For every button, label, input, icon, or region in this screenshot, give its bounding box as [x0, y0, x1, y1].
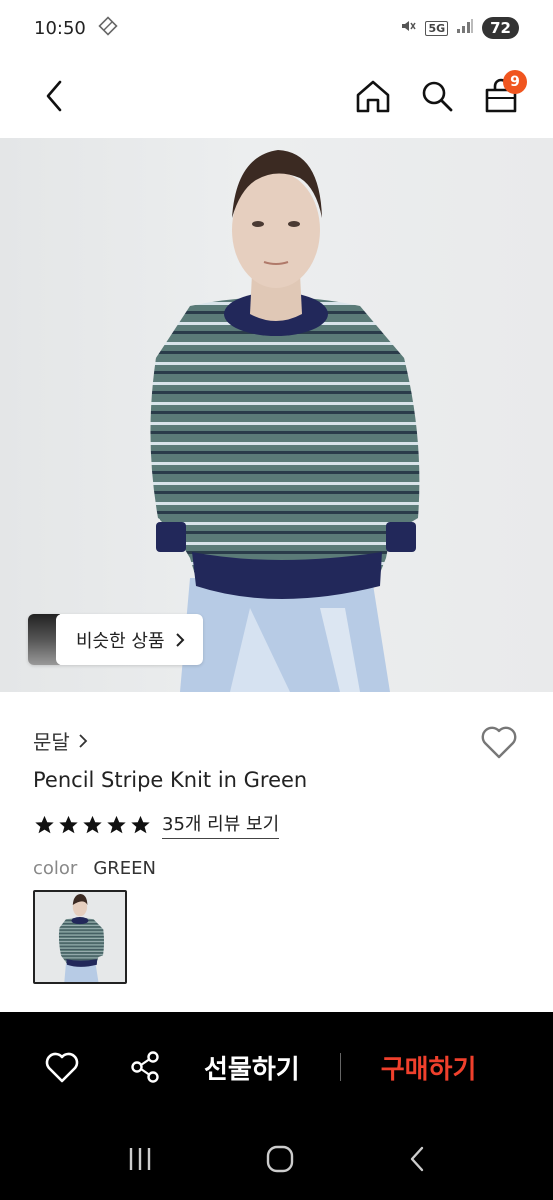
star-icon — [83, 815, 102, 833]
cart-button[interactable]: 9 — [481, 70, 527, 116]
purchase-action-bar: 선물하기 구매하기 — [0, 1012, 553, 1122]
brand-name: 문달 — [33, 730, 70, 754]
status-right: 5G 72 — [399, 17, 519, 39]
wishlist-button[interactable] — [479, 724, 519, 764]
star-icon — [59, 815, 78, 833]
product-title: Pencil Stripe Knit in Green — [33, 768, 308, 792]
status-bar: 10:50 5G 72 — [0, 0, 553, 56]
status-left: 10:50 — [34, 15, 118, 41]
like-button[interactable] — [44, 1049, 80, 1085]
rating-stars — [33, 814, 152, 836]
network-badge: 5G — [425, 20, 449, 36]
color-swatch-green[interactable] — [33, 890, 127, 984]
app-header: 9 — [0, 56, 553, 136]
back-button[interactable] — [34, 76, 74, 116]
similar-products-button[interactable]: 비슷한 상품 — [28, 614, 203, 665]
color-label: color — [33, 858, 78, 879]
model-photo — [150, 150, 420, 692]
share-icon — [131, 1051, 159, 1083]
mute-icon — [399, 17, 417, 39]
swatch-thumbnail — [58, 893, 105, 982]
recent-apps-button[interactable] — [126, 1146, 154, 1176]
color-row: color GREEN — [33, 858, 156, 879]
reviews-link[interactable]: 35개 리뷰 보기 — [162, 810, 280, 839]
home-icon — [356, 80, 390, 113]
product-image[interactable]: 비슷한 상품 — [0, 138, 553, 692]
signal-icon — [456, 18, 474, 38]
star-icon — [131, 815, 150, 833]
rotate-icon — [98, 15, 118, 41]
buy-button[interactable]: 구매하기 — [381, 1049, 477, 1086]
rating-row: 35개 리뷰 보기 — [33, 810, 280, 839]
heart-icon — [45, 1052, 79, 1083]
home-button[interactable] — [353, 76, 393, 116]
cart-count-badge: 9 — [503, 70, 527, 94]
back-nav-button[interactable] — [407, 1145, 427, 1177]
system-nav-bar — [0, 1122, 553, 1200]
chevron-left-icon — [46, 80, 62, 112]
product-info: 문달 Pencil Stripe Knit in Green 35개 리뷰 보기… — [0, 692, 553, 1012]
share-button[interactable] — [128, 1049, 164, 1085]
star-icon — [35, 815, 54, 833]
chevron-right-icon — [79, 733, 88, 748]
status-time: 10:50 — [34, 17, 86, 39]
star-icon — [107, 815, 126, 833]
color-value: GREEN — [93, 858, 156, 879]
recent-apps-icon — [129, 1148, 151, 1170]
chevron-right-icon — [175, 632, 184, 647]
battery-indicator: 72 — [482, 17, 519, 39]
search-icon — [422, 81, 453, 112]
search-button[interactable] — [417, 76, 457, 116]
home-circle-icon — [267, 1145, 294, 1173]
home-nav-button[interactable] — [266, 1145, 294, 1177]
header-actions: 9 — [353, 70, 527, 116]
brand-link[interactable]: 문달 — [33, 726, 88, 755]
gift-button[interactable]: 선물하기 — [204, 1049, 300, 1086]
similar-label: 비슷한 상품 — [76, 630, 165, 652]
action-divider — [339, 1053, 341, 1081]
back-arrow-icon — [410, 1146, 424, 1172]
similar-label-wrap: 비슷한 상품 — [56, 614, 203, 665]
heart-icon — [481, 726, 517, 759]
